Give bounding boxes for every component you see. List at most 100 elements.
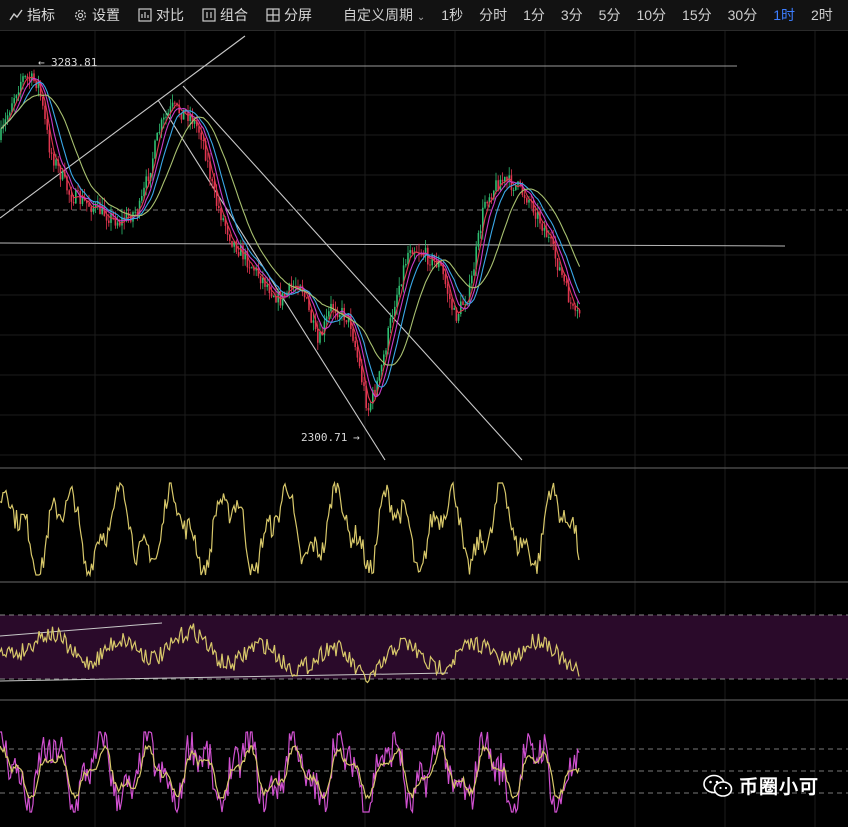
timeframe-tab[interactable]: 5分 xyxy=(591,0,629,30)
candle-body xyxy=(200,132,202,140)
split-screen-label: 分屏 xyxy=(284,7,312,23)
candle-body xyxy=(358,357,361,367)
candle-body xyxy=(572,303,574,306)
candle-body xyxy=(484,201,486,208)
timeframe-tab[interactable]: 3时 xyxy=(841,0,848,30)
candle-body xyxy=(534,212,537,219)
candle-body xyxy=(44,105,46,119)
trendlines xyxy=(0,35,523,682)
candle-body xyxy=(68,190,70,195)
candle-body xyxy=(90,206,92,213)
candle-body xyxy=(24,76,26,78)
stochastic-k-line xyxy=(0,730,580,815)
candle-body xyxy=(409,250,411,253)
candle-body xyxy=(576,310,579,312)
timeframe-tab[interactable]: 2时 xyxy=(803,0,841,30)
candle-body xyxy=(202,139,205,142)
compare-label: 对比 xyxy=(156,7,184,23)
candle-body xyxy=(345,320,348,323)
candle-body xyxy=(105,216,108,221)
candle-body xyxy=(281,292,284,306)
split-screen-icon xyxy=(266,8,280,22)
candle-body xyxy=(361,366,363,383)
candle-body xyxy=(444,274,447,285)
split-screen-button[interactable]: 分屏 xyxy=(257,0,321,30)
candle-body xyxy=(559,267,561,271)
candle-body xyxy=(471,275,473,284)
candle-body xyxy=(174,102,176,104)
candle-body xyxy=(231,240,233,247)
candle-body xyxy=(147,176,150,182)
candle-body xyxy=(548,236,550,238)
low-price-annotation: 2300.71 → xyxy=(301,431,360,444)
indicators-icon xyxy=(9,9,23,21)
candle-body xyxy=(248,267,251,269)
candle-body xyxy=(48,129,51,153)
candle-body xyxy=(405,263,407,266)
timeframe-tab[interactable]: 10分 xyxy=(628,0,674,30)
candle-body xyxy=(356,346,359,358)
candle-body xyxy=(319,331,321,343)
price-chart[interactable]: ← 3283.81 2300.71 → xyxy=(0,31,848,827)
ma-slow-line xyxy=(0,81,581,388)
timeframe-tab[interactable]: 3分 xyxy=(553,0,591,30)
candle-body xyxy=(369,403,372,411)
candle-body xyxy=(422,255,425,257)
compare-button[interactable]: 对比 xyxy=(129,0,193,30)
candle-body xyxy=(70,194,73,202)
candle-body xyxy=(15,95,18,99)
candle-body xyxy=(141,196,143,201)
candle-body xyxy=(477,233,480,247)
oscillator-1-line xyxy=(0,480,580,578)
rising-trendline xyxy=(0,35,246,219)
wechat-icon xyxy=(703,774,733,797)
candle-body xyxy=(270,293,273,297)
timeframe-tab[interactable]: 1时 xyxy=(765,0,803,30)
candle-body xyxy=(273,296,275,298)
timeframe-tab[interactable]: 15分 xyxy=(674,0,720,30)
candle-body xyxy=(429,264,431,266)
candle-body xyxy=(411,250,414,254)
candle-body xyxy=(556,258,559,271)
timeframe-tab[interactable]: 1分 xyxy=(515,0,553,30)
candle-body xyxy=(6,115,9,120)
timeframe-tab[interactable]: 分时 xyxy=(471,0,515,30)
chart-toolbar: 指标 设置 对比 组合 分屏 自定义周期 ⌄ 1秒 分时 1分 3分 5分 10分 15分 3… xyxy=(0,0,848,31)
combine-label: 组合 xyxy=(220,7,248,23)
candle-body xyxy=(453,308,455,310)
watermark: 币圈小可 xyxy=(703,772,819,799)
candle-body xyxy=(391,316,394,319)
candle-body xyxy=(457,313,460,321)
indicators-button[interactable]: 指标 xyxy=(0,0,64,30)
stochastic-oscillator xyxy=(0,730,580,815)
ma-mid-line xyxy=(0,77,581,398)
candle-body xyxy=(163,117,165,120)
candle-body xyxy=(46,118,48,130)
candle-body xyxy=(378,371,381,381)
high-arrow: ← xyxy=(38,56,45,69)
candle-body xyxy=(380,365,383,372)
candle-body xyxy=(462,301,464,306)
indicators-label: 指标 xyxy=(27,7,55,23)
custom-period-dropdown[interactable]: 自定义周期 ⌄ xyxy=(333,0,433,30)
candle-body xyxy=(28,78,31,81)
combine-button[interactable]: 组合 xyxy=(193,0,257,30)
oscillator-band xyxy=(0,615,848,679)
candle-body xyxy=(578,310,581,314)
candle-body xyxy=(108,220,110,223)
candle-body xyxy=(339,314,341,318)
candle-body xyxy=(328,311,330,317)
timeframe-tab[interactable]: 30分 xyxy=(720,0,766,30)
high-price-label: 3283.81 xyxy=(51,56,97,69)
candle-body xyxy=(512,189,515,191)
low-price-label: 2300.71 xyxy=(301,431,347,444)
settings-button[interactable]: 设置 xyxy=(64,0,129,30)
candle-body xyxy=(61,171,64,180)
candle-body xyxy=(222,218,224,221)
candle-body xyxy=(266,284,268,287)
settings-label: 设置 xyxy=(92,7,120,23)
candle-body xyxy=(363,382,365,387)
oscillator-1 xyxy=(0,480,580,578)
ma-fast-line xyxy=(0,76,581,404)
timeframe-tab[interactable]: 1秒 xyxy=(433,0,471,30)
